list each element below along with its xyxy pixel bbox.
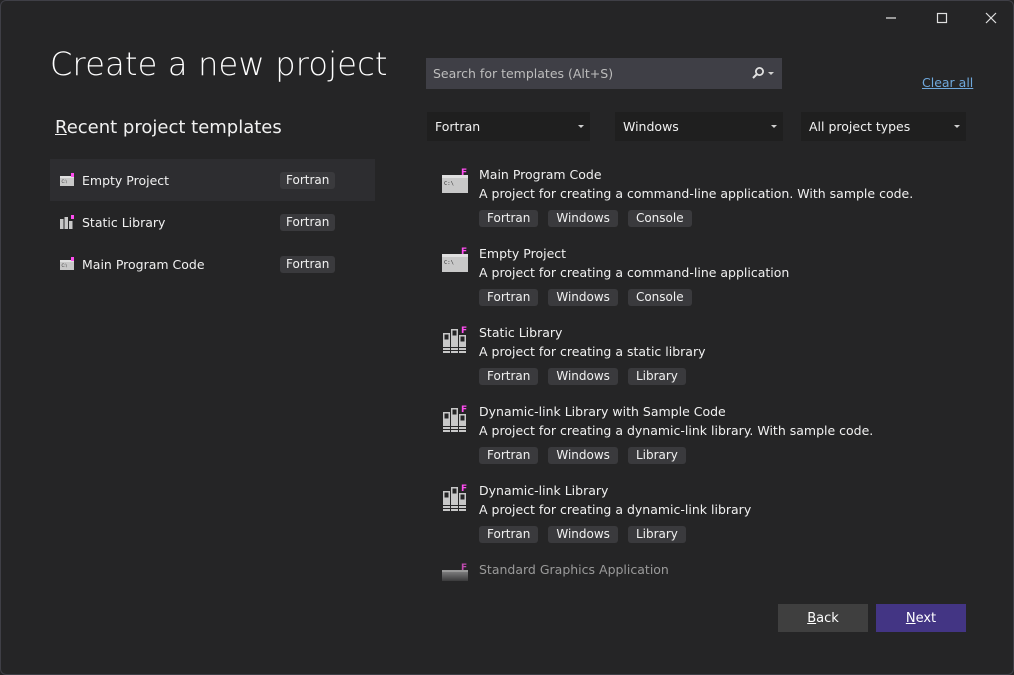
- chevron-down-icon: [771, 125, 777, 128]
- language-tag: Fortran: [280, 172, 336, 189]
- chevron-down-icon: [768, 71, 774, 75]
- template-tag: Fortran: [479, 526, 539, 543]
- svg-text:C:\: C:\: [62, 263, 68, 268]
- template-tag: Windows: [548, 368, 618, 385]
- language-tag: Fortran: [280, 256, 336, 273]
- template-tags: Fortran Windows Library: [479, 447, 686, 464]
- heading-text: ecent project templates: [66, 117, 282, 138]
- clear-all-link[interactable]: Clear all: [922, 75, 973, 90]
- maximize-button[interactable]: [927, 7, 957, 29]
- template-tags: Fortran Windows Library: [479, 368, 686, 385]
- minimize-button[interactable]: [876, 7, 906, 29]
- console-app-icon: C:\: [59, 256, 75, 272]
- platform-filter-dropdown[interactable]: Windows: [615, 112, 783, 141]
- language-tag: Fortran: [280, 214, 336, 231]
- console-app-icon: C:\ F: [441, 246, 471, 276]
- template-description: A project for creating a dynamic-link li…: [479, 502, 752, 517]
- template-description: A project for creating a command-line ap…: [479, 186, 914, 201]
- template-item[interactable]: F Dynamic-link Library with Sample Code A …: [437, 398, 977, 477]
- page-title: Create a new project: [50, 45, 388, 83]
- library-icon: [59, 214, 75, 230]
- next-button[interactable]: Next: [876, 604, 966, 632]
- library-icon: F: [441, 483, 471, 513]
- template-tag: Console: [627, 289, 692, 306]
- library-icon: F: [441, 325, 471, 355]
- access-key: R: [55, 117, 67, 138]
- chevron-down-icon: [954, 125, 960, 128]
- recent-template-item[interactable]: C:\ Main Program Code Fortran: [50, 243, 375, 285]
- template-tag: Fortran: [479, 210, 539, 227]
- template-tag: Fortran: [479, 447, 539, 464]
- template-name: Standard Graphics Application: [479, 562, 669, 577]
- template-name: Dynamic-link Library with Sample Code: [479, 404, 726, 419]
- maximize-icon: [936, 12, 948, 24]
- svg-text:F: F: [461, 326, 467, 336]
- template-tag: Windows: [548, 210, 618, 227]
- template-name: Dynamic-link Library: [479, 483, 609, 498]
- template-tags: Fortran Windows Console: [479, 210, 692, 227]
- template-tag: Library: [627, 526, 686, 543]
- template-tag: Library: [627, 447, 686, 464]
- template-item[interactable]: F Static Library A project for creating a …: [437, 319, 977, 398]
- console-app-icon: C:\: [59, 172, 75, 188]
- language-filter-dropdown[interactable]: Fortran: [427, 112, 590, 141]
- project-type-filter-dropdown[interactable]: All project types: [801, 112, 966, 141]
- svg-text:F: F: [461, 405, 467, 415]
- template-tag: Fortran: [479, 368, 539, 385]
- language-filter-value: Fortran: [435, 119, 481, 134]
- template-name: Static Library: [479, 325, 563, 340]
- svg-text:C:\: C:\: [444, 181, 454, 187]
- chevron-down-icon: [578, 125, 584, 128]
- template-name: Main Program Code: [479, 167, 602, 182]
- back-label: ack: [816, 610, 839, 626]
- create-project-dialog: Create a new project Recent project temp…: [0, 0, 1014, 675]
- svg-text:C:\: C:\: [62, 179, 68, 184]
- template-tag: Windows: [548, 447, 618, 464]
- svg-text:F: F: [461, 484, 467, 494]
- back-button[interactable]: Back: [778, 604, 868, 632]
- recent-template-name: Static Library: [82, 214, 166, 230]
- project-type-filter-value: All project types: [809, 119, 911, 134]
- svg-text:F: F: [461, 168, 467, 178]
- platform-filter-value: Windows: [623, 119, 679, 134]
- svg-text:F: F: [461, 247, 467, 257]
- template-tag: Windows: [548, 526, 618, 543]
- template-item[interactable]: C:\ F Empty Project A project for creating …: [437, 240, 977, 319]
- template-search-box[interactable]: [426, 58, 782, 89]
- search-options-button[interactable]: [751, 66, 774, 80]
- recent-template-name: Empty Project: [82, 172, 170, 188]
- search-input[interactable]: [431, 65, 735, 82]
- recent-template-item[interactable]: C:\ Empty Project Fortran: [50, 159, 375, 201]
- next-label: ext: [915, 610, 937, 626]
- template-tag: Fortran: [479, 289, 539, 306]
- template-item[interactable]: C:\ F Main Program Code A project for creat…: [437, 161, 977, 240]
- svg-text:F: F: [461, 563, 467, 573]
- template-list[interactable]: C:\ F Main Program Code A project for creat…: [437, 161, 977, 581]
- library-icon: F: [441, 404, 471, 434]
- console-app-icon: C:\ F: [441, 167, 471, 197]
- graphics-app-icon: F: [441, 562, 471, 581]
- template-item[interactable]: F Standard Graphics Application: [437, 556, 977, 581]
- recent-template-name: Main Program Code: [82, 256, 205, 272]
- svg-text:C:\: C:\: [444, 260, 454, 266]
- recent-template-item[interactable]: Static Library Fortran: [50, 201, 375, 243]
- template-tag: Library: [627, 368, 686, 385]
- template-name: Empty Project: [479, 246, 567, 261]
- recent-templates-list: C:\ Empty Project Fortran Static Library For…: [50, 159, 375, 285]
- access-key: B: [807, 610, 817, 626]
- template-description: A project for creating a dynamic-link li…: [479, 423, 874, 438]
- template-item[interactable]: F Dynamic-link Library A project for creat…: [437, 477, 977, 556]
- search-icon: [752, 67, 764, 79]
- template-tags: Fortran Windows Console: [479, 289, 692, 306]
- recent-templates-heading: Recent project templates: [55, 117, 282, 138]
- minimize-icon: [886, 17, 896, 19]
- template-tag: Windows: [548, 289, 618, 306]
- close-button[interactable]: [976, 7, 1006, 29]
- template-description: A project for creating a static library: [479, 344, 706, 359]
- template-description: A project for creating a command-line ap…: [479, 265, 790, 280]
- template-tag: Console: [627, 210, 692, 227]
- template-tags: Fortran Windows Library: [479, 526, 686, 543]
- access-key: N: [905, 610, 916, 626]
- close-icon: [985, 12, 997, 24]
